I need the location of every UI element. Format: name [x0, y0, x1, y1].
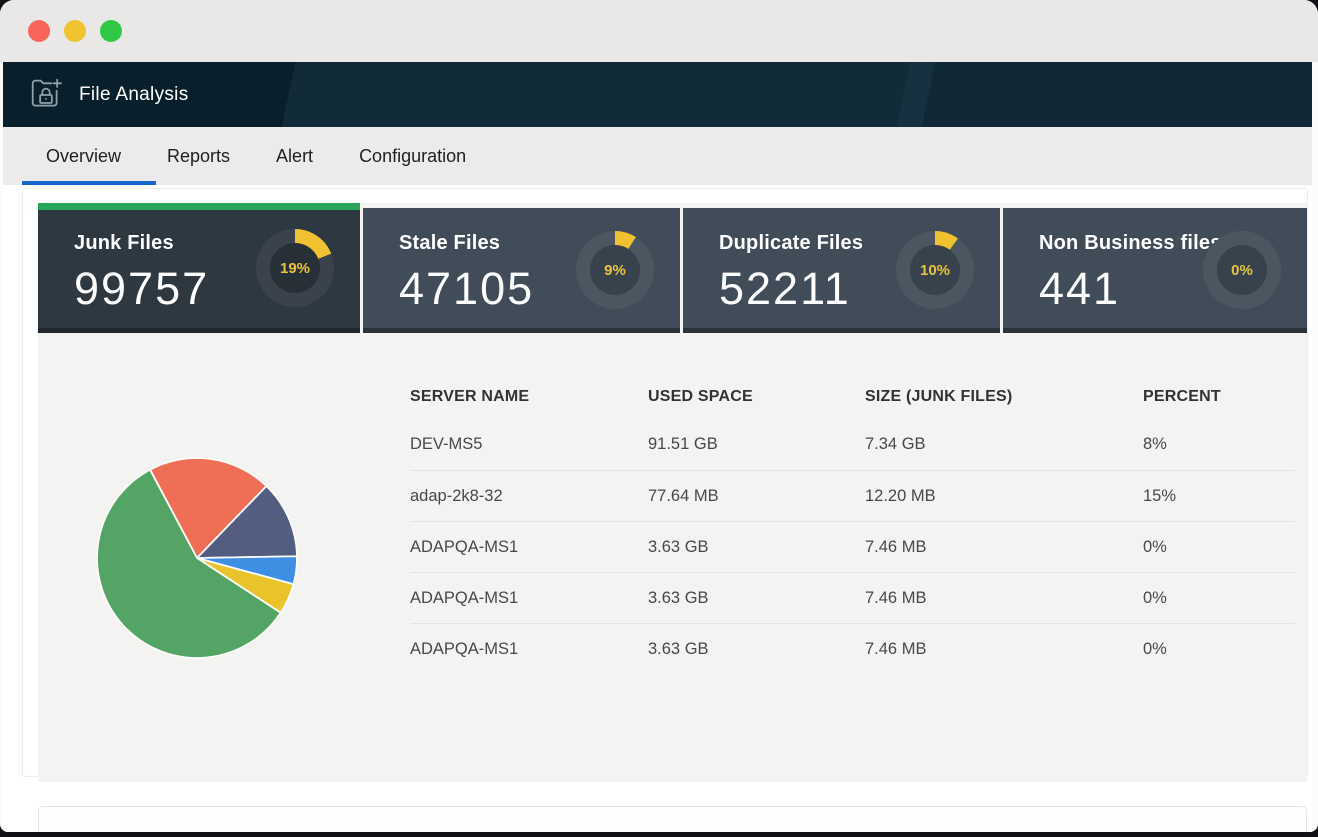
cell-used-space: 91.51 GB: [648, 435, 865, 454]
cell-server-name: ADAPQA-MS1: [410, 589, 648, 608]
file-analysis-icon: [29, 78, 63, 112]
stat-card-junk-files[interactable]: Junk Files 99757 19%: [38, 203, 360, 333]
cell-server-name: ADAPQA-MS1: [410, 538, 648, 557]
tab-bar: Overview Reports Alert Configuration: [3, 127, 1312, 185]
non-business-files-gauge: 0%: [1203, 231, 1281, 309]
junk-files-pie-chart[interactable]: [94, 455, 300, 661]
cell-size-junk: 12.20 MB: [865, 487, 1143, 506]
gauge-percent-label: 10%: [896, 231, 974, 309]
cell-used-space: 3.63 GB: [648, 538, 865, 557]
stat-cards-row: Junk Files 99757 19% Stale Files 47105 9…: [38, 203, 1307, 333]
table-header-row: SERVER NAME USED SPACE SIZE (JUNK FILES)…: [410, 375, 1295, 419]
secondary-panel: [38, 806, 1307, 832]
page-title: File Analysis: [79, 84, 189, 106]
cell-used-space: 3.63 GB: [648, 640, 865, 659]
cell-server-name: adap-2k8-32: [410, 487, 648, 506]
cell-size-junk: 7.46 MB: [865, 589, 1143, 608]
junk-files-panel: Junk Files 99757 19% Stale Files 47105 9…: [38, 203, 1307, 782]
tab-overview[interactable]: Overview: [23, 127, 144, 185]
stat-card-stale-files[interactable]: Stale Files 47105 9%: [363, 208, 680, 333]
minimize-button[interactable]: [64, 20, 86, 42]
overview-content: Junk Files 99757 19% Stale Files 47105 9…: [3, 185, 1312, 832]
cell-used-space: 3.63 GB: [648, 589, 865, 608]
window-titlebar: [0, 0, 1318, 62]
gauge-percent-label: 9%: [576, 231, 654, 309]
table-row[interactable]: adap-2k8-32 77.64 MB 12.20 MB 15%: [410, 470, 1295, 521]
table-row[interactable]: ADAPQA-MS1 3.63 GB 7.46 MB 0%: [410, 623, 1295, 674]
table-row[interactable]: DEV-MS5 91.51 GB 7.34 GB 8%: [410, 419, 1295, 470]
col-header-server-name: SERVER NAME: [410, 388, 648, 406]
col-header-size-junk: SIZE (JUNK FILES): [865, 388, 1143, 406]
table-row[interactable]: ADAPQA-MS1 3.63 GB 7.46 MB 0%: [410, 521, 1295, 572]
col-header-used-space: USED SPACE: [648, 388, 865, 406]
table-row[interactable]: ADAPQA-MS1 3.63 GB 7.46 MB 0%: [410, 572, 1295, 623]
gauge-percent-label: 0%: [1203, 231, 1281, 309]
cell-percent: 0%: [1143, 589, 1295, 608]
cell-size-junk: 7.46 MB: [865, 640, 1143, 659]
cell-percent: 0%: [1143, 640, 1295, 659]
app-frame: File Analysis Overview Reports Alert Con…: [3, 62, 1312, 832]
tab-alert[interactable]: Alert: [253, 127, 336, 185]
junk-files-gauge: 19%: [256, 229, 334, 307]
tab-configuration[interactable]: Configuration: [336, 127, 489, 185]
cell-size-junk: 7.34 GB: [865, 435, 1143, 454]
maximize-button[interactable]: [100, 20, 122, 42]
app-window: File Analysis Overview Reports Alert Con…: [0, 0, 1318, 832]
tab-reports[interactable]: Reports: [144, 127, 253, 185]
cell-server-name: DEV-MS5: [410, 435, 648, 454]
app-header: File Analysis: [3, 62, 1312, 127]
stat-card-duplicate-files[interactable]: Duplicate Files 52211 10%: [683, 208, 1000, 333]
cell-used-space: 77.64 MB: [648, 487, 865, 506]
cell-percent: 0%: [1143, 538, 1295, 557]
header-decor-stripe: [278, 62, 937, 127]
cell-size-junk: 7.46 MB: [865, 538, 1143, 557]
col-header-percent: PERCENT: [1143, 388, 1295, 406]
duplicate-files-gauge: 10%: [896, 231, 974, 309]
header-decor-stripe-2: [893, 62, 1312, 127]
close-button[interactable]: [28, 20, 50, 42]
cell-server-name: ADAPQA-MS1: [410, 640, 648, 659]
cell-percent: 15%: [1143, 487, 1295, 506]
junk-files-table: SERVER NAME USED SPACE SIZE (JUNK FILES)…: [410, 375, 1295, 674]
cell-percent: 8%: [1143, 435, 1295, 454]
gauge-percent-label: 19%: [256, 229, 334, 307]
stat-card-non-business-files[interactable]: Non Business files 441 0%: [1003, 208, 1307, 333]
stale-files-gauge: 9%: [576, 231, 654, 309]
